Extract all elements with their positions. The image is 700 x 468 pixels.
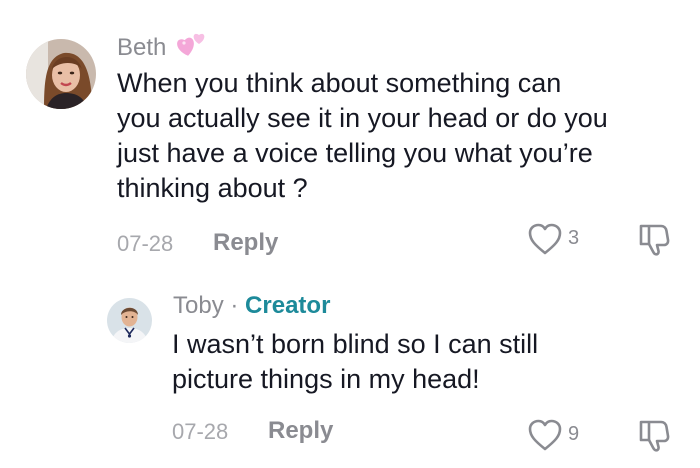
username-separator: · <box>230 292 239 319</box>
reply-button[interactable]: Reply <box>213 229 278 257</box>
avatar-beth[interactable] <box>26 39 96 109</box>
avatar-toby[interactable] <box>107 298 152 343</box>
like-count: 3 <box>568 227 580 249</box>
comment-text-line: just have a voice telling you what you’r… <box>117 138 593 168</box>
reply-button[interactable]: Reply <box>268 417 333 445</box>
heart-outline-icon[interactable] <box>527 418 563 457</box>
thumbs-down-outline-icon[interactable] <box>637 418 675 457</box>
comment-username[interactable]: Beth <box>117 34 166 62</box>
comment-text-line: picture things in my head! <box>172 364 480 394</box>
avatar-toby-image <box>107 298 152 343</box>
comment-date: 07-28 <box>172 419 229 444</box>
comment-date: 07-28 <box>117 231 174 256</box>
comment-username[interactable]: Toby <box>173 292 224 319</box>
comment-text-line: I wasn’t born blind so I can still <box>172 329 539 359</box>
creator-badge: Creator <box>245 292 331 319</box>
comment-text-line: When you think about something can <box>117 68 562 98</box>
reply-username-line: Toby · Creator <box>173 292 330 320</box>
like-count: 9 <box>568 423 580 445</box>
heart-outline-icon[interactable] <box>527 222 563 261</box>
thumbs-down-outline-icon[interactable] <box>637 222 675 261</box>
comment-text-line: you actually see it in your head or do y… <box>117 103 608 133</box>
comment-text: I wasn’t born blind so I can still pictu… <box>172 327 538 397</box>
avatar-beth-image <box>26 39 96 109</box>
comment-text: When you think about something can you a… <box>117 66 608 206</box>
pink-hearts-icon <box>176 30 208 63</box>
comment-text-line: thinking about ? <box>117 173 308 203</box>
